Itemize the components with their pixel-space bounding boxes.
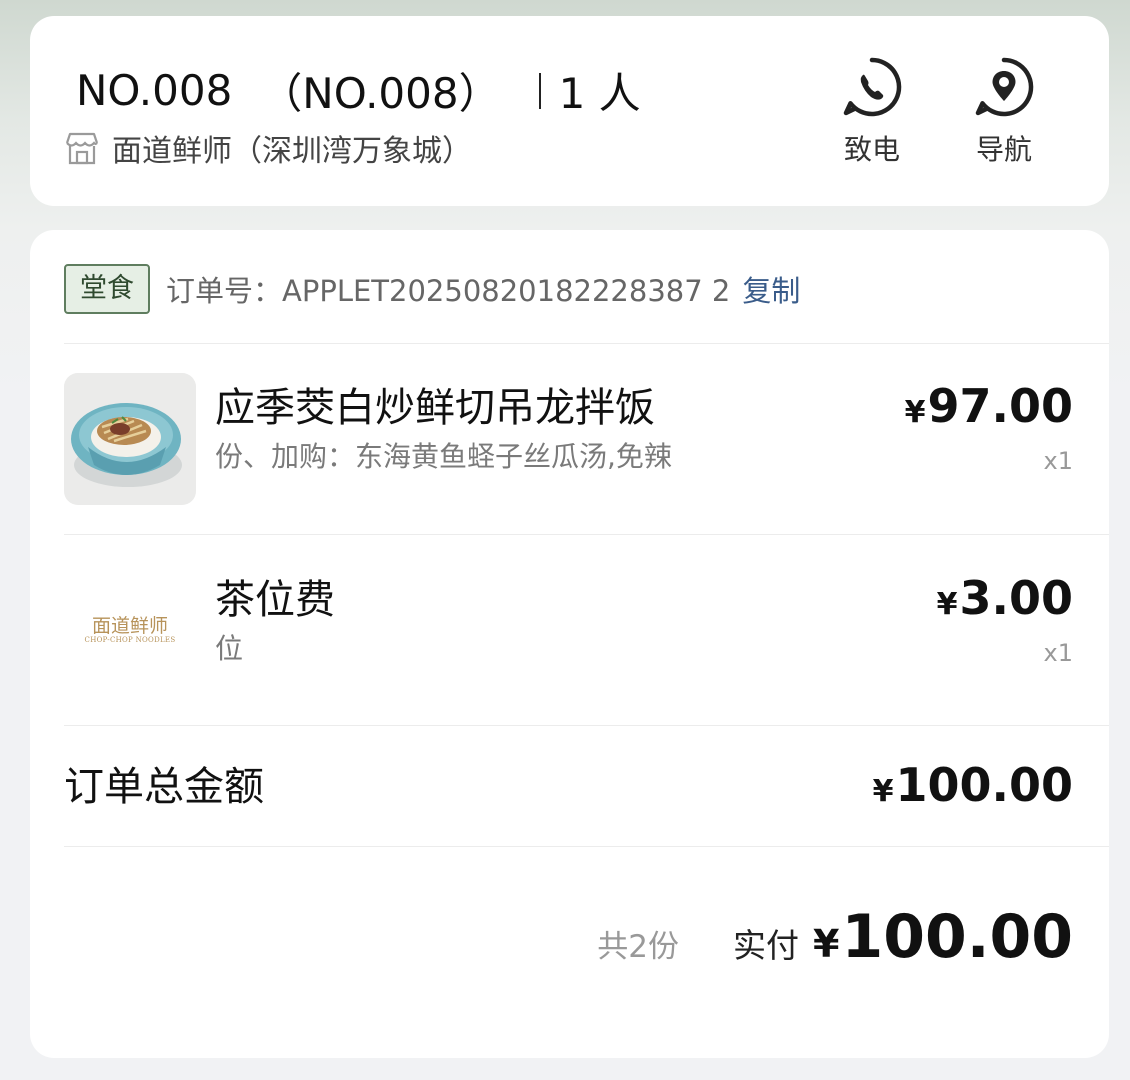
item-price-value: 97.00: [927, 379, 1073, 433]
item-spec: 位: [215, 632, 244, 665]
store-line: 面道鲜师（深圳湾万象城）: [64, 126, 472, 170]
store-name: 面道鲜师（深圳湾万象城）: [112, 134, 472, 169]
order-number: 订单号：APPLET20250820182228387 2: [166, 268, 730, 310]
table-line: NO.008 （NO.008） 1 人: [76, 60, 641, 121]
rice-bowl-icon: [64, 373, 196, 505]
phone-icon: [843, 57, 902, 117]
table-number: NO.008: [76, 66, 233, 115]
divider: [64, 343, 1109, 344]
guest-count: 1 人: [558, 69, 641, 118]
currency-symbol: ¥: [813, 922, 840, 966]
store-icon: [65, 132, 99, 165]
item-quantity: x1: [1043, 639, 1073, 667]
item-price: ¥97.00: [905, 379, 1073, 433]
currency-symbol: ¥: [872, 774, 894, 809]
paid-amount: ¥100.00: [813, 902, 1073, 972]
item-price-value: 3.00: [959, 571, 1074, 625]
item-name: 应季茭白炒鲜切吊龙拌饭: [215, 385, 655, 431]
brand-logo-text: 面道鲜师: [91, 615, 168, 637]
item-quantity: x1: [1043, 447, 1073, 475]
paid-label: 实付: [733, 926, 799, 965]
order-item: 应季茭白炒鲜切吊龙拌饭 份、加购：东海黄鱼蛏子丝瓜汤,免辣 ¥97.00 x1: [64, 373, 1073, 513]
divider: [64, 846, 1109, 847]
item-name: 茶位费: [215, 577, 335, 623]
navigate-button[interactable]: 导航: [959, 56, 1049, 168]
order-item: 面道鲜师 CHOP-CHOP NOODLES 茶位费 位 ¥3.00 x1: [64, 565, 1073, 705]
divider: [64, 725, 1109, 726]
currency-symbol: ¥: [936, 587, 958, 622]
copy-order-number-button[interactable]: 复制: [742, 268, 800, 310]
brand-logo-subtext: CHOP-CHOP NOODLES: [84, 636, 176, 644]
order-number-label: 订单号：: [166, 274, 283, 308]
dish-thumbnail: [64, 373, 196, 505]
location-pin-icon: [975, 57, 1034, 117]
item-count: 共2份: [597, 929, 679, 965]
call-button[interactable]: 致电: [827, 56, 917, 168]
navigate-label: 导航: [975, 133, 1032, 166]
order-total-amount: ¥100.00: [873, 758, 1073, 812]
order-total-label: 订单总金额: [64, 764, 264, 810]
item-spec: 份、加购：东海黄鱼蛏子丝瓜汤,免辣: [215, 440, 672, 473]
payment-summary: 共2份 实付 ¥100.00: [597, 902, 1073, 972]
call-label: 致电: [843, 133, 900, 166]
table-info-card: NO.008 （NO.008） 1 人 面道鲜师（深圳湾万象城） 致电 导航: [30, 16, 1109, 206]
order-detail-card: 堂食 订单号：APPLET20250820182228387 2 复制 应季茭白…: [30, 230, 1109, 1058]
item-price: ¥3.00: [937, 571, 1073, 625]
brand-logo-thumbnail: 面道鲜师 CHOP-CHOP NOODLES: [64, 565, 196, 697]
divider: [64, 534, 1109, 535]
paid-amount-value: 100.00: [841, 902, 1073, 972]
currency-symbol: ¥: [904, 395, 926, 430]
order-number-value: APPLET20250820182228387 2: [282, 274, 731, 308]
separator: [538, 72, 541, 109]
order-total-value: 100.00: [895, 758, 1073, 812]
dine-in-tag: 堂食: [64, 264, 150, 314]
table-number-secondary: （NO.008）: [260, 69, 501, 118]
order-meta-row: 堂食 订单号：APPLET20250820182228387 2 复制: [64, 264, 800, 314]
